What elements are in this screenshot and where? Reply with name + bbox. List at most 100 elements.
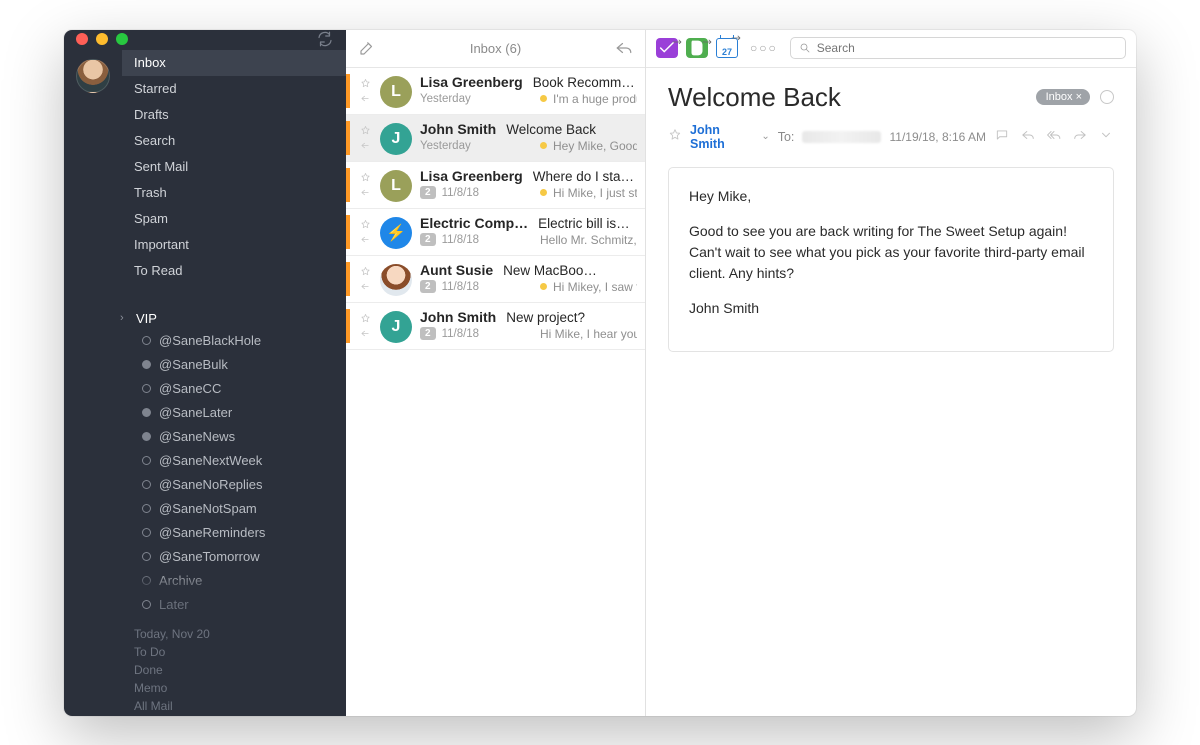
chevron-down-icon[interactable]: ⌄ [761, 131, 769, 142]
message-actions [994, 128, 1114, 145]
sender-avatar [380, 264, 412, 296]
star-icon[interactable] [360, 78, 371, 89]
unread-stripe [346, 215, 350, 249]
folder-starred[interactable]: Starred [122, 76, 346, 102]
footer-allmail[interactable]: All Mail [134, 697, 332, 715]
vip-header[interactable]: › VIP [64, 308, 346, 329]
tag-sanereminders[interactable]: @SaneReminders [64, 521, 346, 545]
sync-icon[interactable] [316, 30, 334, 48]
reply-icon[interactable] [1020, 128, 1036, 145]
tag-sanenotspam[interactable]: @SaneNotSpam [64, 497, 346, 521]
sender-avatar: ⚡ [380, 217, 412, 249]
thread-count-badge: 2 [420, 280, 436, 293]
body-paragraph: Hey Mike, [689, 186, 1093, 207]
unread-stripe [346, 262, 350, 296]
reply-icon[interactable] [611, 39, 637, 57]
message-list-pane: Inbox (6) L Lisa Greenberg Book Recomme…… [346, 30, 646, 716]
message-preview: Hi Mike, I hear you'… [540, 327, 637, 341]
message-header: Welcome Back Inbox × John Smith ⌄ To: 11… [646, 68, 1136, 159]
account-avatar[interactable] [76, 59, 110, 93]
tag-archive[interactable]: Archive [64, 569, 346, 593]
folder-search[interactable]: Search [64, 128, 346, 154]
folder-spam[interactable]: Spam [64, 206, 346, 232]
star-icon[interactable] [360, 172, 371, 183]
minimize-window-button[interactable] [96, 33, 108, 45]
reply-indicator-icon [360, 187, 371, 198]
message-subject: New project? [506, 310, 637, 325]
tag-sanebulk[interactable]: @SaneBulk [64, 353, 346, 377]
chevron-down-icon[interactable] [1098, 128, 1114, 145]
message-row[interactable]: Aunt Susie New MacBoo… 2 11/8/18 Hi Mike… [346, 256, 645, 303]
list-title: Inbox (6) [380, 41, 611, 56]
arrow-icon [672, 31, 684, 49]
chat-icon[interactable] [994, 128, 1010, 145]
send-to-omnifocus-button[interactable] [656, 38, 678, 58]
folder-inbox[interactable]: Inbox [122, 50, 346, 76]
folder-important[interactable]: Important [64, 232, 346, 258]
star-icon[interactable] [360, 219, 371, 230]
thread-count-badge: 2 [420, 233, 436, 246]
thread-count-badge: 2 [420, 327, 436, 340]
row-gutter [358, 309, 372, 343]
tag-sanetomorrow[interactable]: @SaneTomorrow [64, 545, 346, 569]
folder-trash[interactable]: Trash [64, 180, 346, 206]
tag-sanelater[interactable]: @SaneLater [64, 401, 346, 425]
message-row[interactable]: J John Smith New project? 2 11/8/18 Hi M… [346, 303, 645, 350]
reply-indicator-icon [360, 281, 371, 292]
sender-name: Lisa Greenberg [420, 74, 523, 90]
message-subject: Welcome Back [506, 122, 637, 137]
forward-icon[interactable] [1072, 128, 1088, 145]
footer-done[interactable]: Done [134, 661, 332, 679]
from-name[interactable]: John Smith [690, 123, 753, 151]
sender-name: Aunt Susie [420, 262, 493, 278]
footer-todo[interactable]: To Do [134, 643, 332, 661]
unread-stripe [346, 74, 350, 108]
message-subject: Book Recomme… [533, 75, 637, 90]
zoom-window-button[interactable] [116, 33, 128, 45]
folder-drafts[interactable]: Drafts [64, 102, 346, 128]
search-field[interactable] [790, 37, 1126, 59]
folder-sent[interactable]: Sent Mail [64, 154, 346, 180]
chevron-right-icon: › [120, 312, 130, 324]
inbox-tag-pill[interactable]: Inbox × [1036, 89, 1090, 105]
unread-stripe [346, 168, 350, 202]
reply-indicator-icon [360, 328, 371, 339]
star-icon[interactable] [360, 313, 371, 324]
folder-to-read[interactable]: To Read [64, 258, 346, 284]
footer-today[interactable]: Today, Nov 20 [134, 625, 332, 643]
reader-toolbar: 27 ○○○ [646, 30, 1136, 68]
message-row[interactable]: J John Smith Welcome Back Yesterday Hey … [346, 115, 645, 162]
arrow-icon [702, 31, 714, 49]
sender-name: John Smith [420, 309, 496, 325]
footer-memo[interactable]: Memo [134, 679, 332, 697]
sidebar-footer: Today, Nov 20 To Do Done Memo All Mail [64, 617, 346, 716]
sender-avatar: J [380, 311, 412, 343]
message-row[interactable]: ⚡ Electric Comp… Electric bill is… 2 11/… [346, 209, 645, 256]
tag-sanenextweek[interactable]: @SaneNextWeek [64, 449, 346, 473]
reply-all-icon[interactable] [1046, 128, 1062, 145]
tag-sanenoreplies[interactable]: @SaneNoReplies [64, 473, 346, 497]
send-to-calendar-button[interactable]: 27 [716, 38, 738, 58]
send-to-evernote-button[interactable] [686, 38, 708, 58]
from-row: John Smith ⌄ To: 11/19/18, 8:16 AM [668, 123, 1114, 151]
message-row[interactable]: L Lisa Greenberg Book Recomme… Yesterday… [346, 68, 645, 115]
message-row[interactable]: L Lisa Greenberg Where do I sta… 2 11/8/… [346, 162, 645, 209]
message-subject: Welcome Back [668, 82, 1026, 113]
tag-sanecc[interactable]: @SaneCC [64, 377, 346, 401]
message-preview: Hello Mr. Schmitz,… [540, 233, 637, 247]
compose-icon[interactable] [354, 39, 380, 57]
row-gutter [358, 262, 372, 296]
to-label: To: [778, 130, 795, 144]
tag-saneblackhole[interactable]: @SaneBlackHole [64, 329, 346, 353]
more-actions-button[interactable]: ○○○ [746, 41, 782, 55]
star-icon[interactable] [668, 128, 682, 145]
tag-later[interactable]: Later [64, 593, 346, 617]
star-icon[interactable] [360, 125, 371, 136]
tag-sanenews[interactable]: @SaneNews [64, 425, 346, 449]
message-subject: Electric bill is… [538, 216, 637, 231]
search-input[interactable] [817, 41, 1117, 55]
flag-toggle[interactable] [1100, 90, 1114, 104]
close-window-button[interactable] [76, 33, 88, 45]
star-icon[interactable] [360, 266, 371, 277]
message-date: 11/8/18 [442, 328, 480, 340]
